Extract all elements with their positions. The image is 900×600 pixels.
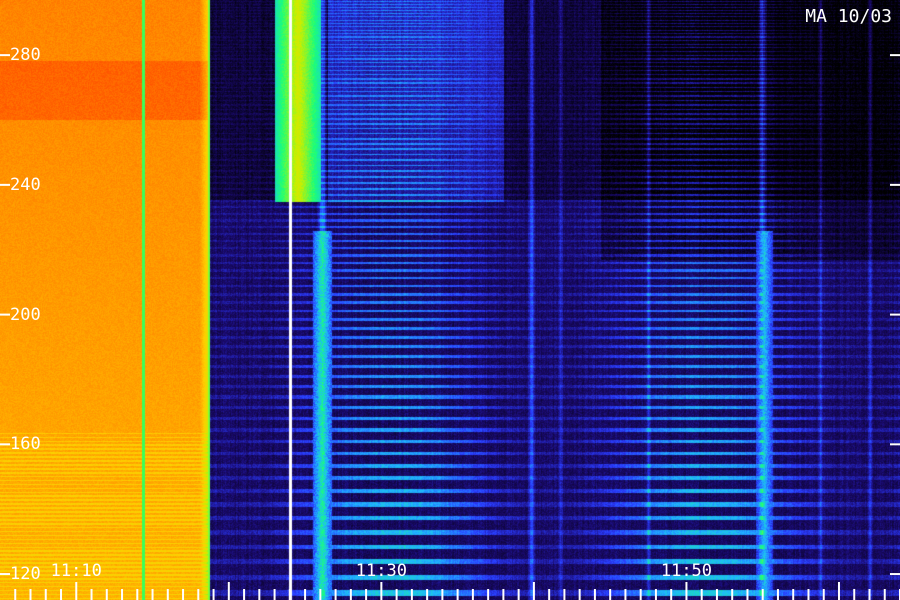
y-tick-label: 200: [10, 304, 41, 325]
x-tick-label: 11:50: [660, 561, 713, 581]
y-tick-label: 160: [10, 434, 41, 455]
y-tick-label: 280: [10, 45, 41, 66]
x-tick-label: 11:10: [50, 561, 102, 581]
axes-overlay: [0, 54, 900, 600]
y-tick-label: 240: [10, 174, 41, 195]
y-tick-label: 120: [10, 564, 41, 585]
chart-title: MA 10/03: [805, 6, 892, 27]
x-tick-label: 11:30: [355, 561, 407, 581]
